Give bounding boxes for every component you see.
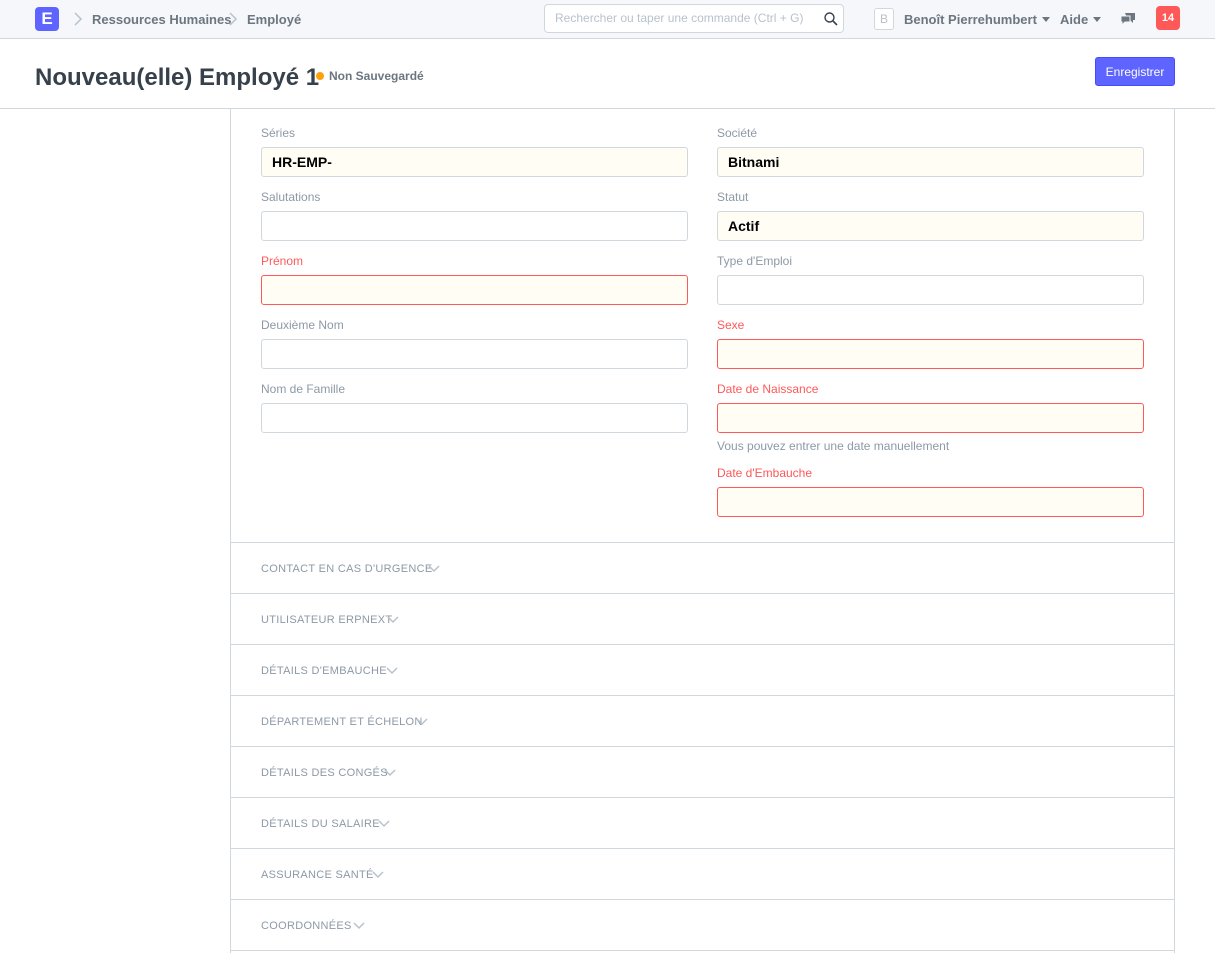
search-icon[interactable] [823,11,839,27]
search-box [544,4,844,33]
section-hiring-details[interactable]: DÉTAILS D'EMBAUCHE [231,644,1174,695]
section-label: ASSURANCE SANTÉ [261,869,374,881]
section-leave-details[interactable]: DÉTAILS DES CONGÉS [231,746,1174,797]
field-label: Sexe [717,318,745,332]
chevron-down-icon [372,871,384,879]
breadcrumb-employee[interactable]: Employé [247,12,301,27]
section-label: DÉPARTEMENT ET ÉCHELON [261,716,423,728]
field-label: Date d'Embauche [717,466,813,480]
chevron-down-icon [387,616,399,624]
section-label: CONTACT EN CAS D'URGENCE [261,563,433,575]
help-label: Aide [1060,12,1089,27]
chevron-down-icon [378,820,390,828]
unsaved-indicator-icon [316,72,324,80]
salutation-select[interactable] [261,211,688,241]
field-label: Séries [261,126,296,140]
field-first-name: Prénom [261,254,688,305]
field-label: Deuxième Nom [261,318,344,332]
notification-badge[interactable]: 14 [1156,6,1180,30]
field-last-name: Nom de Famille [261,382,688,433]
section-emergency-contact[interactable]: CONTACT EN CAS D'URGENCE [231,542,1174,593]
chevron-down-icon [384,769,396,777]
series-select[interactable]: HR-EMP- [261,147,688,177]
help-text: Vous pouvez entrer une date manuellement [717,439,950,453]
avatar[interactable]: B [874,8,894,30]
field-gender: Sexe [717,318,1144,369]
section-label: DÉTAILS DU SALAIRE [261,818,380,830]
navbar: E Ressources Humaines Employé B Benoît P… [0,0,1215,39]
field-employment-type: Type d'Emploi [717,254,1144,305]
status-badge: Non Sauvegardé [329,69,424,83]
field-date-of-joining: Date d'Embauche [717,466,1144,517]
field-status: Statut Actif [717,190,1144,241]
user-name: Benoît Pierrehumbert [904,12,1037,27]
employment-type-field[interactable] [717,275,1144,305]
date-of-birth-field[interactable] [717,403,1144,433]
field-date-of-birth: Date de Naissance Vous pouvez entrer une… [717,382,1144,453]
section-label: DÉTAILS DES CONGÉS [261,767,388,779]
field-salutation: Salutations [261,190,688,241]
chevron-down-icon [416,718,428,726]
page-title: Nouveau(elle) Employé 1 [35,64,320,91]
chevron-down-icon [428,565,440,573]
save-button[interactable]: Enregistrer [1095,57,1175,86]
chevron-right-icon [74,12,83,26]
form-layout: Séries HR-EMP- Salutations Prénom Deuxiè… [230,109,1175,953]
caret-down-icon [1041,17,1050,23]
section-label: COORDONNÉES [261,920,352,932]
field-label: Statut [717,190,749,204]
section-department-grade[interactable]: DÉPARTEMENT ET ÉCHELON [231,695,1174,746]
section-health-insurance[interactable]: ASSURANCE SANTÉ [231,848,1174,899]
field-company: Société Bitnami [717,126,1144,177]
field-label: Date de Naissance [717,382,819,396]
chevron-down-icon [353,922,365,930]
middle-name-field[interactable] [261,339,688,369]
first-name-field[interactable] [261,275,688,305]
field-label: Société [717,126,758,140]
last-name-field[interactable] [261,403,688,433]
section-salary-details[interactable]: DÉTAILS DU SALAIRE [231,797,1174,848]
help-menu[interactable]: Aide [1060,12,1102,27]
field-label: Type d'Emploi [717,254,792,268]
chevron-right-icon [229,12,238,26]
section-erpnext-user[interactable]: UTILISATEUR ERPNEXT [231,593,1174,644]
app-logo[interactable]: E [35,7,59,31]
section-contact-details[interactable]: COORDONNÉES [231,899,1174,950]
user-menu[interactable]: Benoît Pierrehumbert [904,12,1050,27]
section-label: UTILISATEUR ERPNEXT [261,614,393,626]
chevron-down-icon [386,667,398,675]
gender-field[interactable] [717,339,1144,369]
field-series: Séries HR-EMP- [261,126,688,177]
page-head: Nouveau(elle) Employé 1 Non Sauvegardé E… [0,40,1215,109]
field-label: Salutations [261,190,321,204]
field-label: Prénom [261,254,304,268]
date-of-joining-field[interactable] [717,487,1144,517]
company-field[interactable]: Bitnami [717,147,1144,177]
breadcrumb-hr[interactable]: Ressources Humaines [92,12,231,27]
search-input[interactable] [555,11,815,25]
status-select[interactable]: Actif [717,211,1144,241]
field-label: Nom de Famille [261,382,346,396]
section-label: DÉTAILS D'EMBAUCHE [261,665,387,677]
chat-icon[interactable] [1119,10,1137,28]
field-middle-name: Deuxième Nom [261,318,688,369]
caret-down-icon [1093,17,1102,23]
